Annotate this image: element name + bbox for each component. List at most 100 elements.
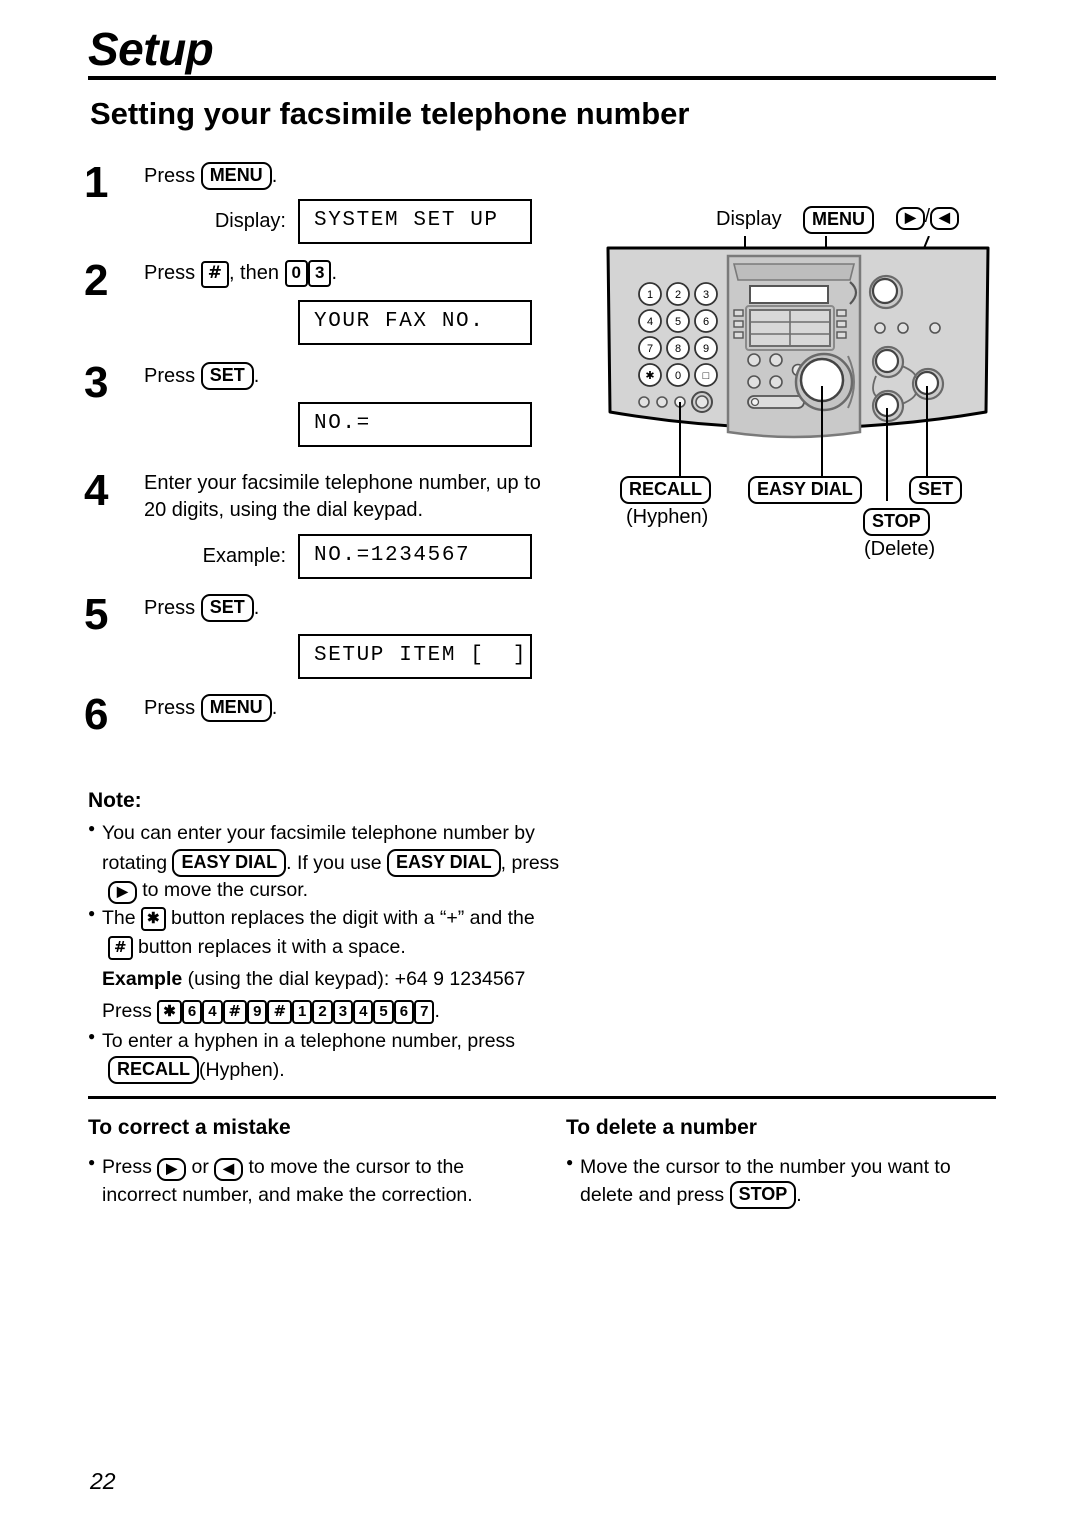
step-number: 3 [84,358,109,407]
recall-key-chip[interactable]: RECALL [108,1056,199,1085]
step-text-after: . [271,165,278,187]
seq-key-10[interactable]: 5 [373,999,394,1025]
page-number: 22 [90,1468,116,1494]
lcd-display-5: SETUP ITEM [ ] [298,634,532,679]
step-text-after: . [271,697,278,719]
note-example-label: Example [102,968,183,991]
easy-dial-key-chip-2[interactable]: EASY DIAL [386,848,501,877]
step-2: 2 Press #, then 03. YOUR FAX NO. [84,256,584,356]
set-key-chip[interactable]: SET [909,476,963,505]
step-instruction: Press #, then 03. [144,260,584,288]
step-6: 6 Press MENU. [84,690,584,748]
note-block: Note: You can enter your facsimile telep… [88,786,588,1085]
step-number: 6 [84,690,109,739]
step-instruction: Press SET. [144,362,584,391]
asterisk-key-chip[interactable]: ✱ [141,906,166,932]
seq-key-9[interactable]: 4 [353,999,374,1025]
stop-key-chip[interactable]: STOP [729,1181,797,1210]
step-text-before: Press [144,697,196,719]
stop-key-chip[interactable]: STOP [863,508,930,537]
header-divider [88,76,996,80]
diagram-stop-key: STOP [863,508,930,537]
step-instruction: Press MENU. [144,162,584,191]
note-b1-mid: . If you use [286,851,382,874]
menu-key-chip[interactable]: MENU [803,206,874,235]
note-b2-post: button replaces it with a space. [138,935,406,958]
fax-machine-diagram: Display MENU ▶ / ◀ 1 2 3 4 5 6 7 8 9 ✱ 0… [598,198,998,588]
right-arrow-key-chip[interactable]: ▶ [896,207,925,230]
note-b1-post: , press [500,851,560,874]
seq-key-2[interactable]: 4 [202,999,223,1025]
press-period: . [434,999,440,1022]
seq-key-3[interactable]: # [222,999,248,1025]
svg-text:9: 9 [703,343,709,355]
step-number: 4 [84,466,109,515]
right-arrow-key-chip[interactable]: ▶ [157,1158,187,1181]
hash-key-chip[interactable]: # [108,935,133,960]
note-bullet-2-line2: # button replaces it with a space. [88,934,588,962]
example-label: Example: [202,545,286,568]
diagram-display-label: Display [716,208,782,230]
diagram-set-key: SET [909,476,963,505]
correct-mistake-line1: Press ▶ or ◀ to move the cursor to the [88,1154,508,1181]
step-number: 2 [84,256,109,305]
press-label: Press [102,1156,152,1178]
svg-text:4: 4 [647,316,653,328]
step-text-before: Press [144,597,196,619]
left-arrow-key-chip[interactable]: ◀ [930,207,959,230]
seq-key-11[interactable]: 6 [393,999,415,1025]
seq-key-8[interactable]: 3 [332,999,354,1025]
svg-text:1: 1 [647,289,653,301]
lcd-display-1: SYSTEM SET UP [298,199,532,244]
note-bullet-1-line2: rotating EASY DIAL. If you use EASY DIAL… [88,848,588,878]
note-press-sequence: Press ✱ 6 4 #9 #1 2 3 4 5 6 7. [88,998,588,1026]
set-key-chip[interactable]: SET [200,594,254,623]
delete-number-line1: Move the cursor to the number you want t… [566,1154,996,1180]
digit-3-key-chip[interactable]: 3 [308,260,332,287]
step-5: 5 Press SET. SETUP ITEM [ ] [84,590,584,690]
seq-key-12[interactable]: 7 [414,999,435,1025]
step-number: 5 [84,590,109,639]
right-arrow-key-chip[interactable]: ▶ [108,881,137,905]
note-example-line: Example (using the dial keypad): +64 9 1… [88,966,588,994]
delete-number-section: To delete a number Move the cursor to th… [566,1116,996,1210]
note-bullet-1-line3: ▶ to move the cursor. [88,877,588,905]
step-text-after: . [253,597,260,619]
lcd-display-3: NO.= [298,402,532,447]
note-b3-line2: (Hyphen). [199,1059,285,1082]
step-text-before: Press [144,262,196,284]
procedure-steps: 1 Press MENU. Display: SYSTEM SET UP 2 P… [84,161,584,748]
seq-key-7[interactable]: 2 [312,999,333,1025]
note-b1-line1: You can enter your facsimile telephone n… [102,821,535,844]
delete-number-period: . [796,1184,802,1207]
left-arrow-key-chip[interactable]: ◀ [214,1158,244,1181]
diagram-stop-sublabel: (Delete) [864,538,936,560]
svg-text:8: 8 [675,343,681,355]
svg-text:2: 2 [675,289,681,301]
lcd-display-4: NO.=1234567 [298,534,532,580]
seq-key-6[interactable]: 1 [292,999,313,1025]
diagram-recall-sublabel: (Hyphen) [626,506,709,528]
diagram-menu-key: MENU [803,206,874,235]
easy-dial-key-chip[interactable]: EASY DIAL [172,848,287,877]
diagram-arrow-keys: ▶ / ◀ [896,206,959,230]
chapter-title: Setup [88,23,214,75]
seq-key-1[interactable]: 6 [181,999,203,1025]
page-title: Setting your facsimile telephone number [90,96,690,131]
step-1: 1 Press MENU. Display: SYSTEM SET UP [84,161,584,248]
step-text-after: . [253,365,260,387]
recall-key-chip[interactable]: RECALL [620,476,711,505]
easy-dial-key-chip[interactable]: EASY DIAL [748,476,862,505]
svg-text:3: 3 [703,289,709,301]
set-key-chip[interactable]: SET [200,362,254,391]
note-b3-line1: To enter a hyphen in a telephone number,… [102,1029,516,1052]
seq-key-0[interactable]: ✱ [157,999,182,1025]
menu-key-chip[interactable]: MENU [200,162,272,191]
digit-0-key-chip[interactable]: 0 [284,260,309,287]
step-instruction-line-2: 20 digits, using the dial keypad. [144,498,424,521]
step-instruction: Press MENU. [144,694,584,723]
menu-key-chip[interactable]: MENU [200,694,272,723]
hash-key-chip[interactable]: # [200,261,229,288]
seq-key-5[interactable]: # [267,999,293,1025]
seq-key-4[interactable]: 9 [247,999,268,1025]
